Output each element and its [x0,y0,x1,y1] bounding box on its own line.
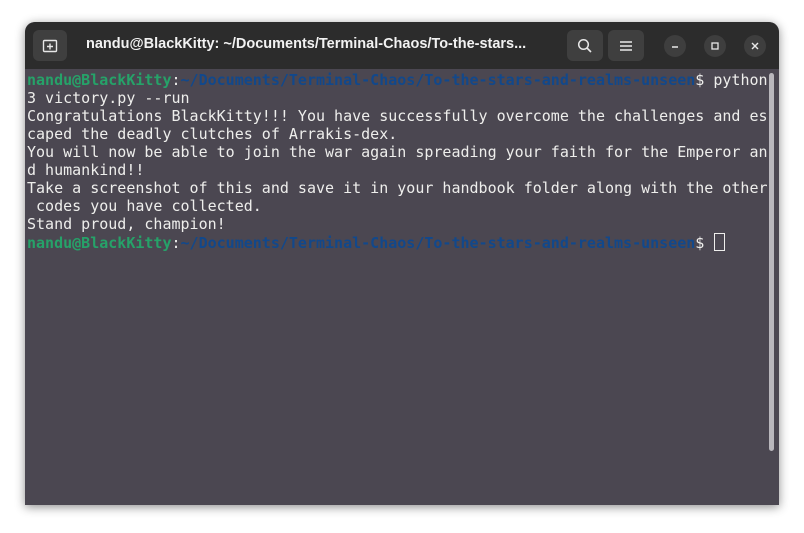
title-bar: nandu@BlackKitty: ~/Documents/Terminal-C… [25,22,779,69]
maximize-icon [711,42,719,50]
command-continuation: 3 victory.py --run [27,89,190,107]
prompt-path: ~/Documents/Terminal-Chaos/To-the-stars-… [180,234,696,252]
minimize-icon [672,46,678,48]
window-title: nandu@BlackKitty: ~/Documents/Terminal-C… [86,36,527,52]
prompt-path: ~/Documents/Terminal-Chaos/To-the-stars-… [180,71,696,89]
prompt-user: nandu@BlackKitty [27,234,172,252]
search-icon [577,38,592,53]
scrollbar[interactable] [769,73,774,451]
prompt-user: nandu@BlackKitty [27,71,172,89]
prompt-line: nandu@BlackKitty:~/Documents/Terminal-Ch… [27,71,768,89]
hamburger-menu-icon [620,40,632,51]
command-text: python [713,71,768,89]
output-line: d humankind!! [27,161,145,179]
prompt-colon: : [171,71,181,89]
terminal-window: nandu@BlackKitty: ~/Documents/Terminal-C… [25,22,779,505]
output-line: You will now be able to join the war aga… [27,143,768,161]
terminal-content[interactable]: nandu@BlackKitty:~/Documents/Terminal-Ch… [25,69,779,505]
prompt-symbol: $ [695,71,714,89]
prompt-symbol: $ [695,234,714,252]
close-icon [751,42,759,50]
menu-button[interactable] [608,30,644,61]
prompt-colon: : [171,234,181,252]
maximize-button[interactable] [704,35,726,57]
output-line: codes you have collected. [27,197,262,215]
output-line: Stand proud, champion! [27,215,226,233]
output-line: Take a screenshot of this and save it in… [27,179,768,197]
text-cursor [714,233,726,251]
output-line: caped the deadly clutches of Arrakis-dex… [27,125,398,143]
new-tab-button[interactable] [33,30,67,61]
close-button[interactable] [744,35,766,57]
new-tab-icon [42,39,58,52]
prompt-line: nandu@BlackKitty:~/Documents/Terminal-Ch… [27,233,726,252]
search-button[interactable] [567,30,603,61]
output-line: Congratulations BlackKitty!!! You have s… [27,107,768,125]
minimize-button[interactable] [664,35,686,57]
